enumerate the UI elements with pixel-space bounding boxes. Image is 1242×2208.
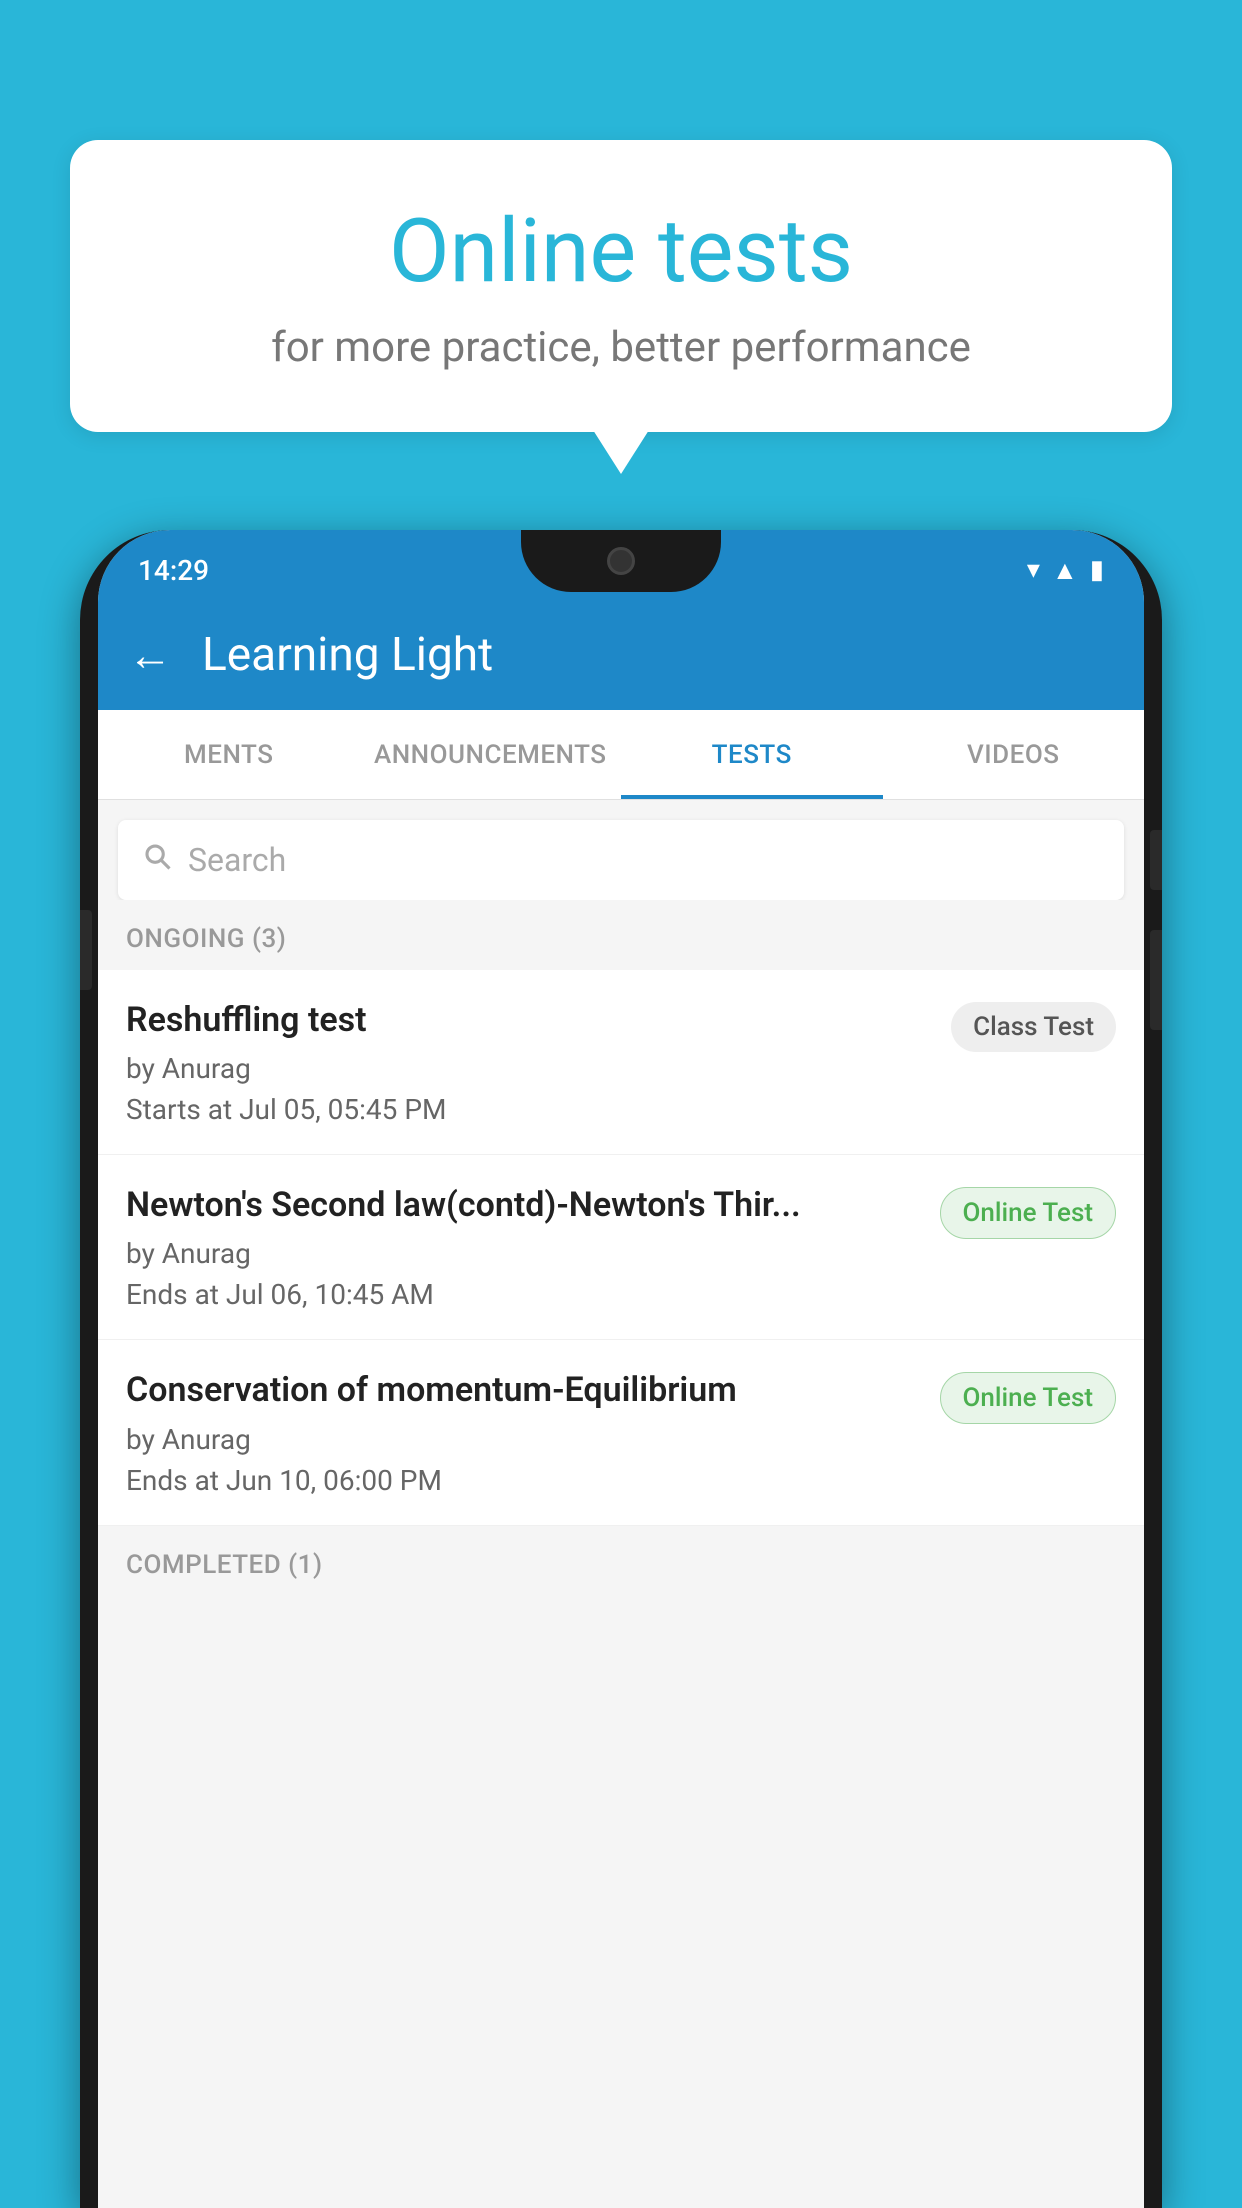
app-title: Learning Light <box>202 628 493 682</box>
phone-notch <box>521 530 721 592</box>
battery-icon: ▮ <box>1090 555 1104 585</box>
test-item-reshuffling[interactable]: Reshuffling test by Anurag Starts at Jul… <box>98 970 1144 1155</box>
test-author: by Anurag <box>126 1423 920 1456</box>
tab-tests[interactable]: TESTS <box>621 710 883 799</box>
test-item-newton[interactable]: Newton's Second law(contd)-Newton's Thir… <box>98 1155 1144 1340</box>
test-name: Conservation of momentum-Equilibrium <box>126 1368 920 1412</box>
power-button[interactable] <box>1150 830 1162 890</box>
search-bar[interactable]: Search <box>118 820 1124 900</box>
test-info: Conservation of momentum-Equilibrium by … <box>126 1368 920 1496</box>
test-time: Ends at Jul 06, 10:45 AM <box>126 1278 920 1311</box>
ongoing-section-header: ONGOING (3) <box>98 900 1144 970</box>
speech-bubble-section: Online tests for more practice, better p… <box>70 140 1172 432</box>
bubble-subtitle: for more practice, better performance <box>150 323 1092 372</box>
status-icons: ▾ ▲ ▮ <box>1027 555 1104 586</box>
phone-mockup: 14:29 ▾ ▲ ▮ ← Learning Light MENTS ANNOU… <box>80 530 1162 2208</box>
tab-announcements[interactable]: ANNOUNCEMENTS <box>360 710 622 799</box>
speech-bubble: Online tests for more practice, better p… <box>70 140 1172 432</box>
front-camera <box>607 547 635 575</box>
test-name: Newton's Second law(contd)-Newton's Thir… <box>126 1183 920 1227</box>
tab-videos[interactable]: VIDEOS <box>883 710 1145 799</box>
test-author: by Anurag <box>126 1052 931 1085</box>
signal-icon: ▲ <box>1052 555 1078 586</box>
test-time: Starts at Jul 05, 05:45 PM <box>126 1093 931 1126</box>
completed-section-header: COMPLETED (1) <box>98 1526 1144 1596</box>
test-badge-online: Online Test <box>940 1187 1117 1239</box>
test-badge-online: Online Test <box>940 1372 1117 1424</box>
volume-down-button[interactable] <box>1150 930 1162 1030</box>
back-button[interactable]: ← <box>128 629 172 681</box>
phone-outer: 14:29 ▾ ▲ ▮ ← Learning Light MENTS ANNOU… <box>80 530 1162 2208</box>
test-name: Reshuffling test <box>126 998 931 1042</box>
bubble-title: Online tests <box>150 200 1092 303</box>
test-badge-class: Class Test <box>951 1002 1116 1052</box>
test-item-conservation[interactable]: Conservation of momentum-Equilibrium by … <box>98 1340 1144 1525</box>
test-info: Newton's Second law(contd)-Newton's Thir… <box>126 1183 920 1311</box>
tab-bar: MENTS ANNOUNCEMENTS TESTS VIDEOS <box>98 710 1144 800</box>
phone-screen: 14:29 ▾ ▲ ▮ ← Learning Light MENTS ANNOU… <box>98 530 1144 2208</box>
wifi-icon: ▾ <box>1027 555 1040 585</box>
search-placeholder: Search <box>188 841 286 879</box>
status-time: 14:29 <box>138 554 209 587</box>
search-icon <box>142 840 172 880</box>
test-info: Reshuffling test by Anurag Starts at Jul… <box>126 998 931 1126</box>
volume-button[interactable] <box>80 910 92 990</box>
tab-ments[interactable]: MENTS <box>98 710 360 799</box>
test-time: Ends at Jun 10, 06:00 PM <box>126 1464 920 1497</box>
app-bar: ← Learning Light <box>98 600 1144 710</box>
test-author: by Anurag <box>126 1237 920 1270</box>
tests-list: Reshuffling test by Anurag Starts at Jul… <box>98 970 1144 1526</box>
